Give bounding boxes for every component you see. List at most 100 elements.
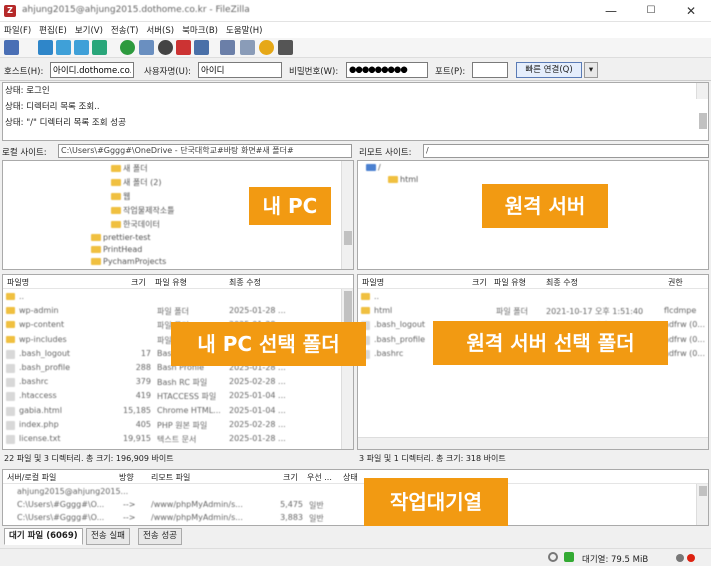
- column-filename[interactable]: 파일명: [7, 277, 29, 288]
- settings-gear-icon[interactable]: [548, 552, 558, 562]
- tree-item[interactable]: 새 폴더 (2): [111, 177, 162, 188]
- tab-queued-files[interactable]: 대기 파일 (6069): [4, 528, 83, 545]
- menu-help[interactable]: 도움말(H): [222, 22, 266, 38]
- annotation-remote-folder: 원격 서버 선택 폴더: [433, 321, 668, 365]
- compare-icon[interactable]: [240, 40, 255, 55]
- file-size: 288: [135, 363, 151, 372]
- minimize-button[interactable]: —: [591, 0, 631, 22]
- column-priority[interactable]: 우선 ...: [307, 472, 332, 483]
- transfer-queue[interactable]: 서버/로컬 파일 방향 리모트 파일 크기 우선 ... 상태 ahjung20…: [2, 469, 709, 526]
- tree-item[interactable]: 웹: [111, 191, 130, 202]
- reconnect-icon[interactable]: [194, 40, 209, 55]
- column-permissions[interactable]: 권한: [668, 277, 683, 288]
- filter-icon[interactable]: [220, 40, 235, 55]
- file-icon: [6, 378, 15, 388]
- tab-successful-transfers[interactable]: 전송 성공: [138, 528, 182, 545]
- file-permissions: adfrw (0...: [664, 348, 706, 358]
- remote-path-input[interactable]: /: [423, 144, 709, 158]
- tree-item[interactable]: /: [366, 163, 381, 172]
- cancel-icon[interactable]: [158, 40, 173, 55]
- disconnect-icon[interactable]: [176, 40, 191, 55]
- tab-failed-transfers[interactable]: 전송 실패: [86, 528, 130, 545]
- file-row[interactable]: html 파일 폴더 2021-10-17 오후 1:51:40 flcdmpe: [358, 304, 708, 318]
- remote-status: 3 파일 및 1 디렉터리. 총 크기: 318 바이트: [357, 452, 709, 466]
- menu-server[interactable]: 서버(S): [142, 22, 178, 38]
- file-size: 405: [135, 419, 151, 429]
- file-permissions: flcdmpe: [664, 306, 697, 316]
- port-input[interactable]: [472, 62, 508, 78]
- toggle-queue-icon[interactable]: [92, 40, 107, 55]
- column-modified[interactable]: 최종 수정: [546, 277, 578, 288]
- menu-transfer[interactable]: 전송(T): [107, 22, 142, 38]
- quickconnect-bar: 호스트(H): 사용자명(U): 비밀번호(W): 포트(P): 빠른 연결(Q…: [0, 59, 711, 81]
- file-row[interactable]: .bashrc 379 Bash RC 파일 2025-02-28 ...: [3, 375, 353, 389]
- file-row[interactable]: ..: [3, 290, 353, 304]
- file-row[interactable]: index.php 405 PHP 원본 파일 2025-02-28 ...: [3, 418, 353, 432]
- tree-item[interactable]: 한국데이터: [111, 219, 160, 230]
- local-list-scrollbar[interactable]: [341, 289, 353, 449]
- folder-icon: [111, 221, 121, 228]
- folder-icon: [111, 207, 121, 214]
- file-row[interactable]: gabia.html 15,185 Chrome HTML... 2025-01-04…: [3, 404, 353, 418]
- column-size[interactable]: 크기: [472, 277, 487, 288]
- column-direction[interactable]: 방향: [119, 472, 134, 483]
- column-size[interactable]: 크기: [283, 472, 298, 483]
- log-line: 상태: "/" 디렉터리 목록 조회 성공: [5, 118, 126, 128]
- queue-row[interactable]: C:\Users\#Gggg#\O... --> /www/phpMyAdmin/s…: [3, 498, 708, 512]
- quickconnect-dropdown[interactable]: ▾: [584, 62, 598, 78]
- toggle-remote-tree-icon[interactable]: [74, 40, 89, 55]
- column-filename[interactable]: 파일명: [362, 277, 384, 288]
- tree-item[interactable]: prettier-test: [91, 233, 151, 242]
- queue-scrollbar[interactable]: [696, 484, 708, 525]
- folder-icon: [6, 293, 15, 300]
- tree-item[interactable]: PrintHead: [91, 245, 142, 254]
- file-row[interactable]: wp-admin 파일 폴더 2025-01-28 ...: [3, 304, 353, 318]
- annotation-remote-server: 원격 서버: [482, 184, 608, 228]
- local-file-header: 파일명 크기 파일 유형 최종 수정: [3, 275, 353, 289]
- file-row[interactable]: ..: [358, 290, 708, 304]
- column-size[interactable]: 크기: [131, 277, 146, 288]
- refresh-icon[interactable]: [120, 40, 135, 55]
- remote-hscrollbar[interactable]: [358, 437, 708, 449]
- column-type[interactable]: 파일 유형: [494, 277, 526, 288]
- column-type[interactable]: 파일 유형: [155, 277, 187, 288]
- queue-row[interactable]: C:\Users\#Gggg#\O... --> /www/phpMyAdmin/s…: [3, 511, 708, 525]
- site-manager-icon[interactable]: [4, 40, 19, 55]
- menu-edit[interactable]: 편집(E): [35, 22, 71, 38]
- host-input[interactable]: [50, 62, 134, 78]
- tree-item[interactable]: 작업물제작소틀: [111, 205, 175, 216]
- log-scrollbar[interactable]: [696, 83, 708, 129]
- file-type: Bash RC 파일: [157, 378, 208, 388]
- file-row[interactable]: license.txt 19,915 텍스트 문서 2025-01-28 ...: [3, 432, 353, 446]
- title-bar: Z ahjung2015@ahjung2015.dothome.co.kr - …: [0, 0, 711, 22]
- column-modified[interactable]: 최종 수정: [229, 277, 261, 288]
- tree-item[interactable]: html: [388, 175, 418, 184]
- local-path-input[interactable]: C:\Users\#Gggg#\OneDrive - 단국대학교#바탕 화면#새…: [58, 144, 352, 158]
- message-log[interactable]: 상태: 로그인 상태: 디렉터리 목록 조회.. 상태: "/" 디렉터리 목록…: [2, 82, 709, 141]
- tree-item[interactable]: 새 폴더: [111, 163, 148, 174]
- sync-browse-icon[interactable]: [259, 40, 274, 55]
- maximize-button[interactable]: ☐: [631, 0, 671, 22]
- process-queue-icon[interactable]: [139, 40, 154, 55]
- local-status: 22 파일 및 3 디렉터리. 총 크기: 196,909 바이트: [2, 452, 354, 466]
- password-input[interactable]: [346, 62, 428, 78]
- menu-view[interactable]: 보기(V): [71, 22, 107, 38]
- local-tree-scrollbar[interactable]: [341, 161, 353, 269]
- file-row[interactable]: .htaccess 419 HTACCESS 파일 2025-01-04 ...: [3, 389, 353, 403]
- quickconnect-button[interactable]: 빠른 연결(Q): [516, 62, 582, 78]
- file-name: html: [374, 306, 393, 316]
- column-remote-file[interactable]: 리모트 파일: [151, 472, 190, 483]
- menu-file[interactable]: 파일(F): [0, 22, 35, 38]
- search-icon[interactable]: [278, 40, 293, 55]
- port-label: 포트(P):: [435, 67, 466, 77]
- folder-icon: [91, 246, 101, 253]
- tree-item[interactable]: PychamProjects: [91, 257, 166, 266]
- menu-bookmarks[interactable]: 북마크(B): [178, 22, 222, 38]
- column-server-local[interactable]: 서버/로컬 파일: [7, 472, 56, 483]
- queue-row[interactable]: ahjung2015@ahjung2015...: [3, 485, 708, 499]
- user-input[interactable]: [198, 62, 282, 78]
- column-status[interactable]: 상태: [343, 472, 358, 483]
- close-button[interactable]: ✕: [671, 0, 711, 22]
- toggle-log-icon[interactable]: [38, 40, 53, 55]
- toggle-local-tree-icon[interactable]: [56, 40, 71, 55]
